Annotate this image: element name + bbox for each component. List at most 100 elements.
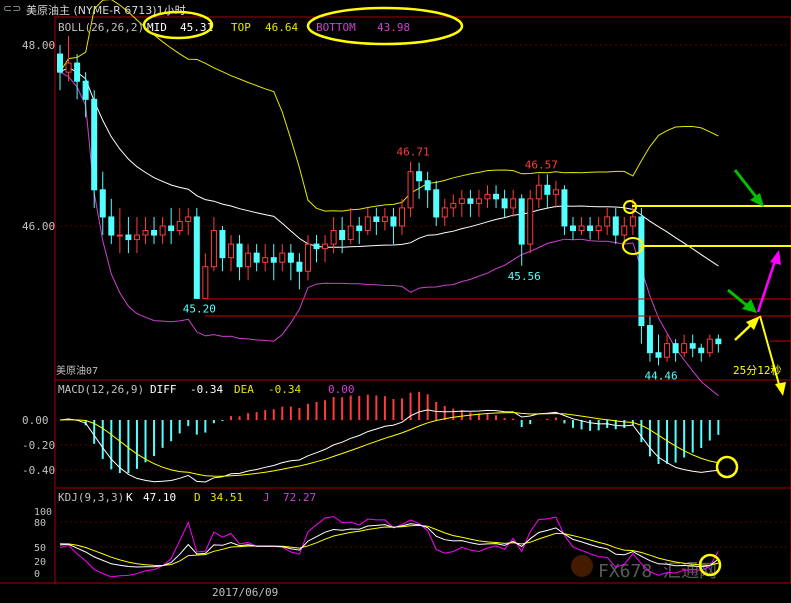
boll-bands	[59, 0, 719, 397]
candle	[133, 216, 140, 254]
candle	[689, 334, 696, 358]
green-arrow-lower	[727, 288, 757, 313]
candle	[287, 244, 294, 281]
candle	[655, 334, 662, 366]
macd-indicator-label: MACD(12,26,9)	[58, 383, 144, 396]
j-label: J	[263, 491, 270, 504]
diff-value: -0.34	[190, 383, 223, 396]
candle	[587, 216, 594, 240]
candle	[527, 189, 534, 254]
candle	[159, 216, 166, 245]
candle	[304, 235, 311, 281]
candle	[74, 54, 81, 100]
boll-mid-line	[59, 67, 719, 267]
candle	[116, 207, 123, 254]
kdj-tick-80: 80	[34, 518, 46, 529]
yellow-arrow-down	[759, 315, 786, 396]
macd-tick-n020: -0.20	[22, 439, 55, 452]
sub-instrument-label: 美原油07	[56, 364, 98, 377]
price-annotation: 46.71	[397, 146, 430, 159]
candle	[544, 174, 551, 208]
candle	[706, 334, 713, 358]
boll-bottom-line	[59, 71, 719, 397]
candle	[313, 235, 320, 263]
green-arrow-upper	[733, 169, 764, 207]
main-panel-frame	[54, 16, 791, 381]
candle	[270, 244, 277, 281]
candle	[219, 226, 226, 272]
candle	[210, 216, 217, 272]
price-annotation: 45.20	[183, 302, 216, 315]
candle	[698, 343, 705, 362]
watermark: FX678 汇通网	[571, 555, 717, 582]
macd-tick-n040: -0.40	[22, 464, 55, 477]
candle	[296, 253, 303, 290]
candle	[339, 216, 346, 254]
macd-diff-line	[59, 409, 719, 483]
bottom-value: 43.98	[377, 21, 410, 34]
d-label: D	[194, 491, 201, 504]
candle	[364, 207, 371, 236]
candle	[416, 162, 423, 199]
k-label: K	[126, 491, 133, 504]
candle	[262, 244, 269, 272]
candle	[535, 174, 542, 208]
candle	[279, 244, 286, 272]
macd-dea-line	[59, 411, 719, 477]
candle	[390, 207, 397, 245]
candle	[458, 189, 465, 217]
candle	[236, 235, 243, 281]
kdj-indicator-label: KDJ(9,3,3)	[58, 491, 124, 504]
candle	[108, 198, 115, 245]
countdown-label: 25分12秒	[733, 363, 782, 377]
chart-area[interactable]: 48.00 46.00 0.00 -0.20 -0.40 100 80 50 2…	[0, 0, 791, 603]
candle	[399, 198, 405, 236]
candle	[330, 216, 337, 254]
candle	[501, 189, 508, 217]
candle	[228, 235, 234, 272]
candle	[407, 161, 414, 217]
candle	[151, 216, 158, 245]
candle	[646, 316, 653, 362]
candle	[193, 207, 200, 299]
candle	[664, 334, 671, 362]
dea-label: DEA	[234, 383, 254, 396]
boll-indicator-label: BOLL(26,26,2)	[58, 21, 144, 34]
candle	[493, 185, 500, 208]
bottom-label: BOTTOM	[316, 21, 356, 34]
price-annotation: 44.46	[645, 369, 678, 382]
candle	[347, 207, 354, 245]
candle	[552, 180, 559, 208]
macd-cross-circle	[715, 455, 739, 479]
candle	[715, 334, 722, 353]
j-value: 72.27	[283, 491, 316, 504]
dea-value: -0.34	[268, 383, 301, 396]
candle	[356, 216, 363, 245]
candle	[322, 235, 329, 263]
candle	[484, 185, 491, 208]
candle	[467, 189, 474, 217]
candle	[91, 90, 98, 208]
candle	[672, 339, 679, 362]
d-value: 34.51	[210, 491, 243, 504]
y-axis-ticks	[48, 44, 55, 227]
candle	[441, 198, 448, 226]
candle	[168, 207, 175, 245]
kdj-tick-100: 100	[34, 507, 52, 518]
macd-tick-0: 0.00	[22, 414, 49, 427]
candle	[450, 194, 457, 217]
candle	[424, 171, 431, 208]
yellow-arrow-up	[734, 316, 760, 341]
candle	[381, 207, 388, 231]
candle	[638, 207, 645, 344]
candle	[125, 216, 132, 254]
diff-label: DIFF	[150, 383, 177, 396]
candle	[561, 185, 568, 236]
kdj-d-line	[59, 524, 719, 567]
candle	[202, 253, 209, 299]
candle	[176, 207, 183, 236]
price-tick-46: 46.00	[22, 220, 55, 233]
candle	[578, 216, 585, 236]
macd-histogram-and-lines	[59, 391, 720, 483]
kdj-tick-0: 0	[34, 569, 40, 580]
